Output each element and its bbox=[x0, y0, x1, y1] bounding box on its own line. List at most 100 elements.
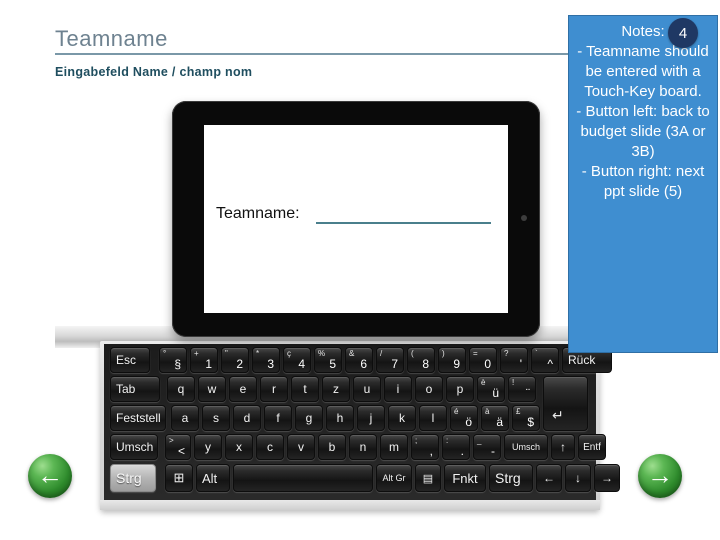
key-[interactable]: _ - bbox=[473, 434, 501, 460]
back-button[interactable]: ← bbox=[28, 454, 72, 498]
key-legend: Umsch bbox=[116, 440, 154, 454]
key-a[interactable]: a bbox=[171, 405, 199, 431]
key-w[interactable]: w bbox=[198, 376, 226, 402]
key-b[interactable]: b bbox=[318, 434, 346, 460]
key-legend: ▤ bbox=[422, 472, 434, 485]
key-legend: m bbox=[389, 440, 399, 454]
key-o[interactable]: o bbox=[415, 376, 443, 402]
key-legend: Entf bbox=[583, 441, 601, 453]
key-space[interactable] bbox=[233, 464, 373, 492]
key-f[interactable]: f bbox=[264, 405, 292, 431]
page-title: Teamname bbox=[55, 26, 168, 51]
key-[interactable]: ! ¨ bbox=[508, 376, 536, 402]
key-shift-legend: / bbox=[380, 349, 383, 358]
key-dual-legend: ;, bbox=[412, 435, 438, 459]
key-tab[interactable]: Tab bbox=[110, 376, 160, 402]
key-t[interactable]: t bbox=[291, 376, 319, 402]
key-legend: e bbox=[239, 382, 247, 396]
key-shift-legend: ? bbox=[504, 349, 509, 358]
key-[interactable]: ` ^ bbox=[531, 347, 559, 373]
key-shift-legend: è bbox=[481, 378, 486, 387]
key-1[interactable]: +1 bbox=[190, 347, 218, 373]
key-base-legend: ^ bbox=[547, 357, 553, 371]
key-[interactable]: ↑ bbox=[551, 434, 575, 460]
key-legend: d bbox=[243, 411, 251, 425]
key-0[interactable]: = 0 bbox=[469, 347, 497, 373]
key-6[interactable]: & 6 bbox=[345, 347, 373, 373]
key-3[interactable]: * 3 bbox=[252, 347, 280, 373]
key-strg[interactable]: Strg bbox=[489, 464, 533, 492]
key-m[interactable]: m bbox=[380, 434, 408, 460]
key-g[interactable]: g bbox=[295, 405, 323, 431]
key-[interactable]: > < bbox=[165, 434, 191, 460]
key-i[interactable]: i bbox=[384, 376, 412, 402]
key-n[interactable]: n bbox=[349, 434, 377, 460]
key-s[interactable]: s bbox=[202, 405, 230, 431]
key-[interactable]: ▤ bbox=[415, 464, 441, 492]
key-legend: ⊞ bbox=[173, 470, 185, 485]
key-[interactable]: ⊞ bbox=[165, 464, 193, 492]
key-p[interactable]: p bbox=[446, 376, 474, 402]
key-7[interactable]: /7 bbox=[376, 347, 404, 373]
key-k[interactable]: k bbox=[388, 405, 416, 431]
key-[interactable]: £ $ bbox=[512, 405, 540, 431]
key-legend: q bbox=[177, 382, 185, 396]
teamname-input-line[interactable] bbox=[316, 222, 491, 224]
notes-panel: Notes: - Teamname should be entered with… bbox=[568, 15, 718, 353]
key-4[interactable]: ç4 bbox=[283, 347, 311, 373]
key-x[interactable]: x bbox=[225, 434, 253, 460]
key-[interactable]: ← bbox=[536, 464, 562, 492]
key-[interactable]: → bbox=[594, 464, 620, 492]
key-j[interactable]: j bbox=[357, 405, 385, 431]
key-dual-legend: ? ' bbox=[501, 348, 527, 372]
key-entf[interactable]: Entf bbox=[578, 434, 606, 460]
key-legend: c bbox=[267, 440, 273, 454]
key-umsch[interactable]: Umsch bbox=[504, 434, 548, 460]
key-[interactable]: :. bbox=[442, 434, 470, 460]
key-[interactable]: ;, bbox=[411, 434, 439, 460]
key-esc[interactable]: Esc bbox=[110, 347, 150, 373]
key-e[interactable]: e bbox=[229, 376, 257, 402]
teamname-label: Teamname: bbox=[216, 205, 300, 222]
key-legend: Rück bbox=[568, 353, 596, 367]
key-dual-legend: * 3 bbox=[253, 348, 279, 372]
key-y[interactable]: y bbox=[194, 434, 222, 460]
key-q[interactable]: q bbox=[167, 376, 195, 402]
key-d[interactable]: d bbox=[233, 405, 261, 431]
key-shift-legend: : bbox=[446, 436, 449, 445]
key-9[interactable]: ) 9 bbox=[438, 347, 466, 373]
key-legend: a bbox=[181, 411, 189, 425]
key-feststell[interactable]: Feststell bbox=[110, 405, 166, 431]
key-r[interactable]: r bbox=[260, 376, 288, 402]
key-[interactable]: èü bbox=[477, 376, 505, 402]
key-legend: g bbox=[305, 411, 313, 425]
key-shift-legend: % bbox=[318, 349, 326, 358]
key-[interactable]: àä bbox=[481, 405, 509, 431]
key-alt-gr[interactable]: Alt Gr bbox=[376, 464, 412, 492]
key-umsch[interactable]: Umsch bbox=[110, 434, 158, 460]
key-c[interactable]: c bbox=[256, 434, 284, 460]
key-base-legend: ü bbox=[492, 386, 499, 400]
key-base-legend: $ bbox=[527, 415, 534, 429]
key-l[interactable]: l bbox=[419, 405, 447, 431]
key-z[interactable]: z bbox=[322, 376, 350, 402]
key-u[interactable]: u bbox=[353, 376, 381, 402]
next-button[interactable]: → bbox=[638, 454, 682, 498]
key-legend: Strg bbox=[495, 470, 521, 486]
key-[interactable]: ° § bbox=[159, 347, 187, 373]
key-[interactable]: ? ' bbox=[500, 347, 528, 373]
key-v[interactable]: v bbox=[287, 434, 315, 460]
key-h[interactable]: h bbox=[326, 405, 354, 431]
key-base-legend: ' bbox=[519, 357, 522, 371]
key-2[interactable]: " 2 bbox=[221, 347, 249, 373]
key-[interactable]: ↓ bbox=[565, 464, 591, 492]
key-legend: n bbox=[359, 440, 367, 454]
key-strg[interactable]: Strg bbox=[110, 464, 156, 492]
key-legend: v bbox=[298, 440, 304, 454]
key-8[interactable]: (8 bbox=[407, 347, 435, 373]
key-[interactable]: éö bbox=[450, 405, 478, 431]
key-enter[interactable]: ↵ bbox=[543, 376, 588, 431]
key-5[interactable]: % 5 bbox=[314, 347, 342, 373]
key-fnkt[interactable]: Fnkt bbox=[444, 464, 486, 492]
key-alt[interactable]: Alt bbox=[196, 464, 230, 492]
